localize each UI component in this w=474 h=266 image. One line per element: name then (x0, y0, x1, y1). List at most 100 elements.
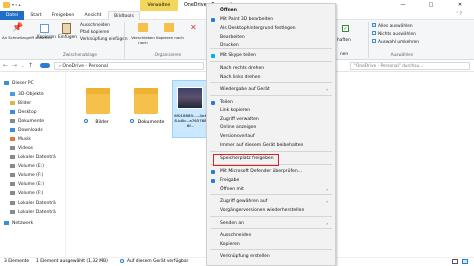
context-menu-item[interactable]: Verknüpfung erstellen (220, 253, 330, 261)
invert-selection-button[interactable]: Auswahl umkehren (372, 39, 419, 45)
open-group-partial-label: nen (340, 52, 349, 57)
back-icon[interactable]: ← (3, 62, 8, 69)
context-menu-item[interactable]: Link kopieren (220, 107, 330, 115)
context-menu-item-label: Zugriff verwalten (220, 117, 259, 122)
sidebar-item[interactable]: 3D-Objekte (10, 91, 44, 99)
select-all-button[interactable]: Alles auswählen (372, 23, 413, 29)
tab-view[interactable]: Ansicht (80, 11, 106, 20)
sidebar-item-icon (10, 190, 15, 195)
paste-shortcut-button[interactable]: Verknüpfung einfügen (80, 37, 128, 42)
sync-status-icon (130, 119, 134, 123)
sidebar-item[interactable]: Videos (10, 145, 33, 153)
share-icon (211, 101, 215, 105)
context-menu-item[interactable]: Mit Skype teilen (220, 52, 330, 60)
select-all-icon (372, 23, 376, 27)
sidebar-item[interactable]: Dokumente (10, 118, 44, 126)
organize-group-label: Organisieren (154, 52, 182, 57)
sidebar-item-label: Videos (18, 146, 33, 151)
sidebar-item[interactable]: Lokaler Datenträ (10, 209, 56, 217)
context-menu-item[interactable]: Online anzeigen (220, 124, 330, 132)
sidebar-item[interactable]: Downloads (10, 127, 43, 135)
selection-info: 1 Element ausgewählt (1,32 MB) (36, 259, 108, 264)
details-view-icon[interactable] (452, 259, 458, 264)
copy-path-button[interactable]: Pfad kopieren (80, 30, 109, 35)
copy-to-button[interactable]: Kopieren nach (156, 35, 184, 40)
tab-file[interactable]: Datei (0, 11, 24, 20)
context-menu-item[interactable]: Wiedergabe auf Gerät › (220, 86, 330, 94)
address-path-text: OneDrive - Personal (62, 64, 109, 69)
context-menu-item-label: Vorgängerversionen wiederherstellen (220, 208, 305, 213)
copy-button[interactable]: Kopieren (37, 35, 56, 40)
context-menu-item-label: Mit Paint 3D bearbeiten (220, 17, 274, 22)
context-menu-item[interactable]: Ausschneiden (220, 232, 330, 240)
minimize-button[interactable]: — (390, 0, 416, 11)
select-none-button[interactable]: Nichts auswählen (372, 31, 416, 37)
close-button[interactable]: ✕ (446, 0, 474, 11)
paste-button[interactable]: Einfügen (58, 35, 77, 40)
context-menu-item[interactable]: Als Desktophintergrund festlegen (220, 25, 330, 33)
context-menu-item[interactable]: Zugriff gewähren auf › (220, 198, 330, 206)
context-menu-item[interactable]: Versionsverlauf (220, 133, 330, 141)
context-menu-item[interactable]: Immer auf diesem Gerät beibehalten (220, 142, 330, 150)
context-menu-item[interactable]: Vorgängerversionen wiederherstellen (220, 207, 330, 215)
app-icon (3, 2, 10, 8)
context-menu-item[interactable]: Bearbeiten (220, 34, 330, 42)
address-path[interactable]: › OneDrive - Personal (54, 62, 204, 70)
context-menu-item[interactable]: Mit Microsoft Defender überprüfen... (220, 168, 330, 176)
sidebar-item[interactable]: Bilder (10, 100, 31, 108)
ribbon-collapse-icon[interactable]: ˄ ? (456, 12, 462, 17)
select-all-label: Alles auswählen (378, 24, 413, 29)
sidebar-item[interactable]: Volume (E:) (10, 163, 44, 171)
sidebar-item[interactable]: Musik (10, 136, 31, 144)
tab-share[interactable]: Freigeben (48, 11, 78, 20)
quick-access-toolbar[interactable]: ▾ ▿ ▴ (12, 2, 34, 8)
recent-locations-icon[interactable]: ⌄ (21, 63, 24, 68)
sidebar-item[interactable]: Dieser PC (4, 80, 34, 88)
tab-picture-tools[interactable]: Bildtools (108, 11, 140, 20)
context-menu-item-label: Wiedergabe auf Gerät (220, 87, 270, 92)
list-item[interactable]: Bilder (82, 82, 112, 132)
sidebar-item[interactable]: Volume (F:) (10, 172, 43, 180)
context-menu-item-label: Teilen (220, 100, 233, 105)
paste-icon (62, 23, 71, 34)
pin-to-quick-access-button[interactable]: An Schnellzugriff anheften (2, 35, 52, 40)
sidebar-item-icon (10, 145, 15, 150)
context-menu-item[interactable]: Nach rechts drehen (220, 65, 330, 73)
context-menu-item[interactable]: Senden an › (220, 220, 330, 228)
maximize-button[interactable]: □ (418, 0, 444, 11)
context-menu-item[interactable]: Öffnen mit › (220, 186, 330, 194)
selected-list-item[interactable]: 6f018889-...-4e48-b0b...a7657686f... (172, 80, 208, 138)
sidebar-item[interactable]: Netzwerk (4, 220, 33, 228)
sidebar-item-icon (10, 118, 15, 123)
search-box[interactable]: "OneDrive - Personal" durchsu... (350, 62, 470, 70)
up-icon[interactable]: ↑ (28, 62, 33, 69)
context-menu-item-label: Nach links drehen (220, 75, 261, 80)
open-check-icon: ✓ (342, 25, 349, 32)
forward-icon[interactable]: → (12, 62, 17, 69)
submenu-arrow-icon: › (326, 221, 328, 226)
tab-home[interactable]: Start (26, 11, 46, 20)
context-menu-item-label: Als Desktophintergrund festlegen (220, 26, 296, 31)
sidebar-item[interactable]: Lokaler Datenträ (10, 200, 56, 208)
sidebar-item[interactable]: Volume (F:) (10, 190, 43, 198)
cut-button[interactable]: Ausschneiden (80, 23, 110, 28)
menu-separator (210, 48, 332, 49)
sidebar-item-label: 3D-Objekte (18, 92, 44, 97)
large-icons-view-icon[interactable] (462, 259, 468, 264)
context-menu-item[interactable]: Freigabe (220, 177, 330, 185)
contextual-tab-manage[interactable]: Verwalten (140, 0, 178, 11)
context-menu-item[interactable]: Öffnen (220, 7, 330, 15)
context-menu-item[interactable]: Nach links drehen (220, 74, 330, 82)
sidebar-item[interactable]: Volume (E:) (10, 181, 44, 189)
move-to-button[interactable]: Verschieben nach (128, 35, 158, 45)
context-menu-item[interactable]: Kopieren (220, 241, 330, 249)
sidebar-item-label: Dokumente (18, 119, 45, 124)
folder-icon (134, 88, 158, 114)
list-item[interactable]: Dokumente (126, 82, 166, 132)
context-menu-item[interactable]: Teilen (220, 99, 330, 107)
sidebar-item[interactable]: Lokaler Datenträ (10, 154, 56, 162)
sidebar-item[interactable]: Desktop (10, 109, 37, 117)
context-menu-item[interactable]: Zugriff verwalten (220, 116, 330, 124)
context-menu-item-label: Öffnen mit (220, 187, 244, 192)
context-menu-item[interactable]: Mit Paint 3D bearbeiten (220, 16, 330, 24)
